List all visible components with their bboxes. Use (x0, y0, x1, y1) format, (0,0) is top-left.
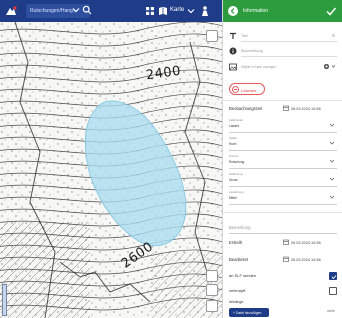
delete-circle-icon (232, 86, 239, 93)
delete-label: Löschen (241, 87, 257, 93)
select-value: Gross (229, 178, 238, 182)
chevron-down-icon (329, 177, 335, 181)
chevron-down-icon[interactable] (71, 5, 81, 15)
select-value: Rutschung (229, 160, 245, 164)
select-label: Gefährdung (229, 173, 243, 176)
select-label: Prozess (229, 155, 239, 158)
chevron-down-icon (329, 141, 335, 145)
map-scale-bar (2, 284, 7, 316)
search-icon[interactable] (82, 5, 92, 15)
observation-time-value[interactable]: 26.03.2024 10:58 (291, 107, 321, 111)
check-icon[interactable] (325, 5, 337, 17)
add-file-label: + Datei hinzufügen (233, 310, 262, 315)
chevron-down-icon (329, 195, 335, 199)
description-field[interactable]: Beschreibung (229, 46, 337, 57)
panel-header: Information (223, 0, 342, 22)
send-slf-label: an SLF senden (229, 273, 257, 278)
created-label: Erstellt (229, 240, 242, 245)
select-value: Hoch (229, 142, 237, 146)
divider (223, 100, 342, 101)
calendar-icon[interactable] (283, 256, 289, 262)
title-field[interactable]: Titel (229, 31, 337, 42)
attachments-label: Anhänge (229, 300, 244, 304)
gallery-icon (229, 63, 237, 71)
select-process[interactable]: Prozess Rutschung (229, 155, 337, 169)
settings-icon[interactable] (323, 63, 330, 70)
contour-lines (0, 22, 222, 318)
chevron-down-icon[interactable] (331, 64, 336, 69)
info-circle-icon (229, 47, 237, 55)
send-slf-checkbox[interactable] (329, 272, 337, 280)
chevron-down-icon (329, 159, 335, 163)
edited-label: Bearbeitet (229, 257, 249, 262)
check-icon (331, 274, 336, 279)
calendar-icon[interactable] (283, 105, 289, 111)
text-icon (230, 32, 236, 39)
select-label: Ausdehnung (229, 191, 244, 194)
select-label: Gefahrenart (229, 119, 243, 122)
zoom-out-button[interactable] (206, 284, 218, 296)
compass-button[interactable] (206, 30, 218, 42)
more-link[interactable]: mehr (327, 309, 335, 313)
topographic-map[interactable]: 2400 2600 (0, 22, 222, 318)
calendar-icon[interactable] (283, 239, 289, 245)
location-button[interactable] (206, 300, 218, 312)
select-extent[interactable]: Ausdehnung Mittel (229, 191, 337, 205)
select-label: Gefahr (229, 137, 237, 140)
linked-label: verknüpft (229, 288, 246, 293)
app-logo-icon[interactable] (4, 4, 18, 18)
chevron-down-icon (329, 123, 335, 127)
map-object-field[interactable]: Objekt in Karte anzeigen (229, 61, 337, 73)
layer-select-label[interactable]: Karte (170, 7, 184, 13)
linked-checkbox[interactable] (329, 287, 337, 295)
title-placeholder: Titel (241, 34, 248, 38)
remark-underline (229, 233, 337, 234)
remark-field[interactable]: Bemerkung (229, 225, 250, 230)
select-hazard-type[interactable]: Gefahrenart Lawine (229, 119, 337, 133)
top-toolbar: Rutschungen/Hang... Karte (0, 0, 222, 22)
clear-icon[interactable] (331, 33, 336, 38)
panel-title: Information (243, 8, 269, 14)
description-placeholder: Beschreibung (241, 49, 263, 53)
divider (223, 212, 342, 213)
select-hazard[interactable]: Gefahr Hoch (229, 137, 337, 151)
user-location-icon[interactable] (199, 5, 211, 17)
select-danger-level[interactable]: Gefährdung Gross (229, 173, 337, 187)
delete-button[interactable]: Löschen (229, 83, 265, 95)
grid-icon[interactable] (145, 6, 155, 16)
created-value[interactable]: 26.03.2024 10:58 (291, 241, 321, 245)
select-value: Lawine (229, 124, 240, 128)
back-arrow-icon[interactable] (227, 5, 239, 17)
zoom-in-button[interactable] (206, 270, 218, 282)
edited-value[interactable]: 26.03.2024 10:58 (291, 258, 321, 262)
map-layers-icon[interactable] (158, 6, 168, 16)
observation-time-label: Beobachtungszeit (229, 106, 263, 111)
chevron-down-icon[interactable] (186, 6, 196, 16)
map-object-label: Objekt in Karte anzeigen (241, 65, 276, 69)
information-panel: Information Titel Beschreibung Objekt in… (222, 0, 342, 318)
add-file-button[interactable]: + Datei hinzufügen (229, 308, 269, 317)
select-value: Mittel (229, 196, 237, 200)
